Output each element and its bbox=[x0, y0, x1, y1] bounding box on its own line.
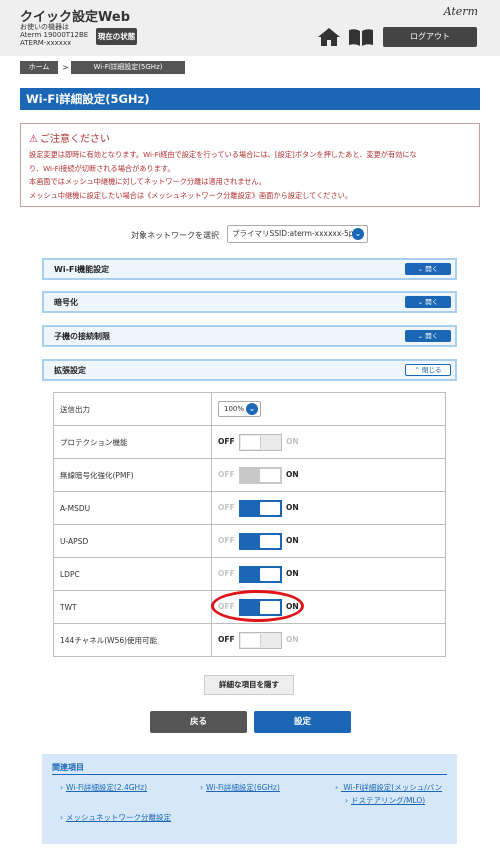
network-select[interactable]: プライマリSSID:aterm-xxxxxx-5p ⌄ bbox=[227, 225, 368, 243]
link-wifi-2-4ghz[interactable]: Wi-Fi詳細設定(2.4GHz) bbox=[60, 782, 147, 794]
tx-power-select[interactable]: 100% ⌄ bbox=[218, 401, 261, 417]
table-row: プロテクション機能 OFF ON bbox=[53, 425, 446, 459]
network-select-value: プライマリSSID:aterm-xxxxxx-5p bbox=[232, 229, 354, 238]
section-title: Wi-Fi機能設定 bbox=[54, 265, 110, 274]
section-encryption[interactable]: 暗号化 ⌄ 開く bbox=[42, 291, 457, 313]
caution-line: メッシュ中継機に設定したい場合は《メッシュネットワーク分離設定》画面から設定して… bbox=[29, 190, 353, 200]
device-name: ATERM-xxxxxx bbox=[20, 39, 72, 47]
table-row: U-APSD OFF ON bbox=[53, 524, 446, 558]
chevron-down-icon: ⌄ bbox=[246, 403, 258, 415]
warning-icon: ⚠ bbox=[29, 134, 38, 145]
setting-label: 144チャネル(W56)使用可能 bbox=[53, 623, 212, 657]
table-row: 送信出力 100% ⌄ bbox=[53, 392, 446, 426]
setting-label: A-MSDU bbox=[53, 491, 212, 525]
page-title: Wi-Fi詳細設定(5GHz) bbox=[20, 88, 480, 110]
manual-book-icon[interactable] bbox=[348, 29, 374, 46]
setting-label: LDPC bbox=[53, 557, 212, 591]
caution-body: 設定変更は即時に有効となります。Wi-Fi経由で設定を行っている場合には、[設定… bbox=[29, 148, 479, 202]
tx-power-value: 100% bbox=[224, 405, 245, 413]
divider bbox=[52, 774, 447, 775]
related-title: 関連項目 bbox=[52, 763, 84, 772]
back-button[interactable]: 戻る bbox=[150, 711, 247, 733]
amsdu-toggle[interactable]: OFF ON bbox=[218, 500, 308, 517]
close-button[interactable]: ⌃ 閉じる bbox=[405, 364, 451, 376]
home-icon[interactable] bbox=[318, 28, 340, 46]
chevron-down-icon: ⌄ bbox=[352, 228, 364, 240]
header: クイック設定Web お使いの機器は Aterm 19000T12BE ATERM… bbox=[0, 0, 500, 56]
open-button[interactable]: ⌄ 開く bbox=[405, 263, 451, 275]
channel-144-toggle[interactable]: OFF ON bbox=[218, 632, 308, 649]
link-wifi-mesh-cont[interactable]: ドステアリング/MLO) bbox=[345, 795, 425, 807]
current-status-button[interactable]: 現在の状態 bbox=[96, 28, 137, 45]
highlight-ring bbox=[211, 590, 304, 622]
section-title: 拡張設定 bbox=[54, 366, 86, 375]
setting-label: U-APSD bbox=[53, 524, 212, 558]
device-line: お使いの機器は bbox=[20, 23, 69, 31]
table-row: A-MSDU OFF ON bbox=[53, 491, 446, 525]
uapsd-toggle[interactable]: OFF ON bbox=[218, 533, 308, 550]
device-info: お使いの機器は Aterm 19000T12BE ATERM-xxxxxx bbox=[20, 23, 88, 47]
open-button[interactable]: ⌄ 開く bbox=[405, 296, 451, 308]
setting-label: 送信出力 bbox=[53, 392, 212, 426]
section-client-restriction[interactable]: 子機の接続制限 ⌄ 開く bbox=[42, 325, 457, 347]
submit-button[interactable]: 設定 bbox=[254, 711, 351, 733]
breadcrumb-separator: > bbox=[62, 63, 69, 72]
logout-button[interactable]: ログアウト bbox=[383, 27, 477, 47]
setting-label: 無線暗号化強化(PMF) bbox=[53, 458, 212, 492]
caution-line: 設定変更は即時に有効となります。Wi-Fi経由で設定を行っている場合には、[設定… bbox=[29, 150, 417, 159]
caution-box: ⚠ ご注意ください 設定変更は即時に有効となります。Wi-Fi経由で設定を行ってい… bbox=[20, 123, 480, 207]
breadcrumb-home-link[interactable]: ホーム bbox=[20, 61, 58, 74]
open-button[interactable]: ⌄ 開く bbox=[405, 330, 451, 342]
pmf-toggle: OFF ON bbox=[218, 467, 308, 484]
link-wifi-6ghz[interactable]: Wi-Fi詳細設定(6GHz) bbox=[200, 782, 280, 794]
aterm-logo: Aterm bbox=[443, 5, 478, 18]
link-wifi-mesh[interactable]: Wi-Fi詳細設定(メッシュ/バン bbox=[335, 782, 442, 794]
network-select-label: 対象ネットワークを選択 bbox=[131, 231, 219, 240]
related-links: 関連項目 Wi-Fi詳細設定(2.4GHz) Wi-Fi詳細設定(6GHz) W… bbox=[42, 754, 457, 844]
table-row: LDPC OFF ON bbox=[53, 557, 446, 591]
section-extended[interactable]: 拡張設定 ⌃ 閉じる bbox=[42, 359, 457, 381]
link-mesh-network-isolation[interactable]: メッシュネットワーク分離設定 bbox=[60, 812, 171, 824]
setting-label: プロテクション機能 bbox=[53, 425, 212, 459]
protection-toggle[interactable]: OFF ON bbox=[218, 434, 308, 451]
table-row: 無線暗号化強化(PMF) OFF ON bbox=[53, 458, 446, 492]
breadcrumb-current: Wi-Fi詳細設定(5GHz) bbox=[71, 61, 185, 74]
ldpc-toggle[interactable]: OFF ON bbox=[218, 566, 308, 583]
section-title: 暗号化 bbox=[54, 298, 78, 307]
section-wifi-function[interactable]: Wi-Fi機能設定 ⌄ 開く bbox=[42, 258, 457, 280]
caution-title-text: ご注意ください bbox=[39, 134, 110, 145]
device-model: Aterm 19000T12BE bbox=[20, 31, 89, 39]
setting-label: TWT bbox=[53, 590, 212, 624]
caution-title: ⚠ ご注意ください bbox=[29, 130, 110, 145]
table-row: 144チャネル(W56)使用可能 OFF ON bbox=[53, 623, 446, 657]
caution-line: 本画面ではメッシュ中継機に対してネットワーク分離は適用されません。 bbox=[29, 177, 266, 186]
section-title: 子機の接続制限 bbox=[54, 332, 110, 341]
hide-details-button[interactable]: 詳細な項目を隠す bbox=[204, 675, 294, 695]
caution-line: り、Wi-Fi接続が切断される場合があります。 bbox=[29, 163, 175, 173]
